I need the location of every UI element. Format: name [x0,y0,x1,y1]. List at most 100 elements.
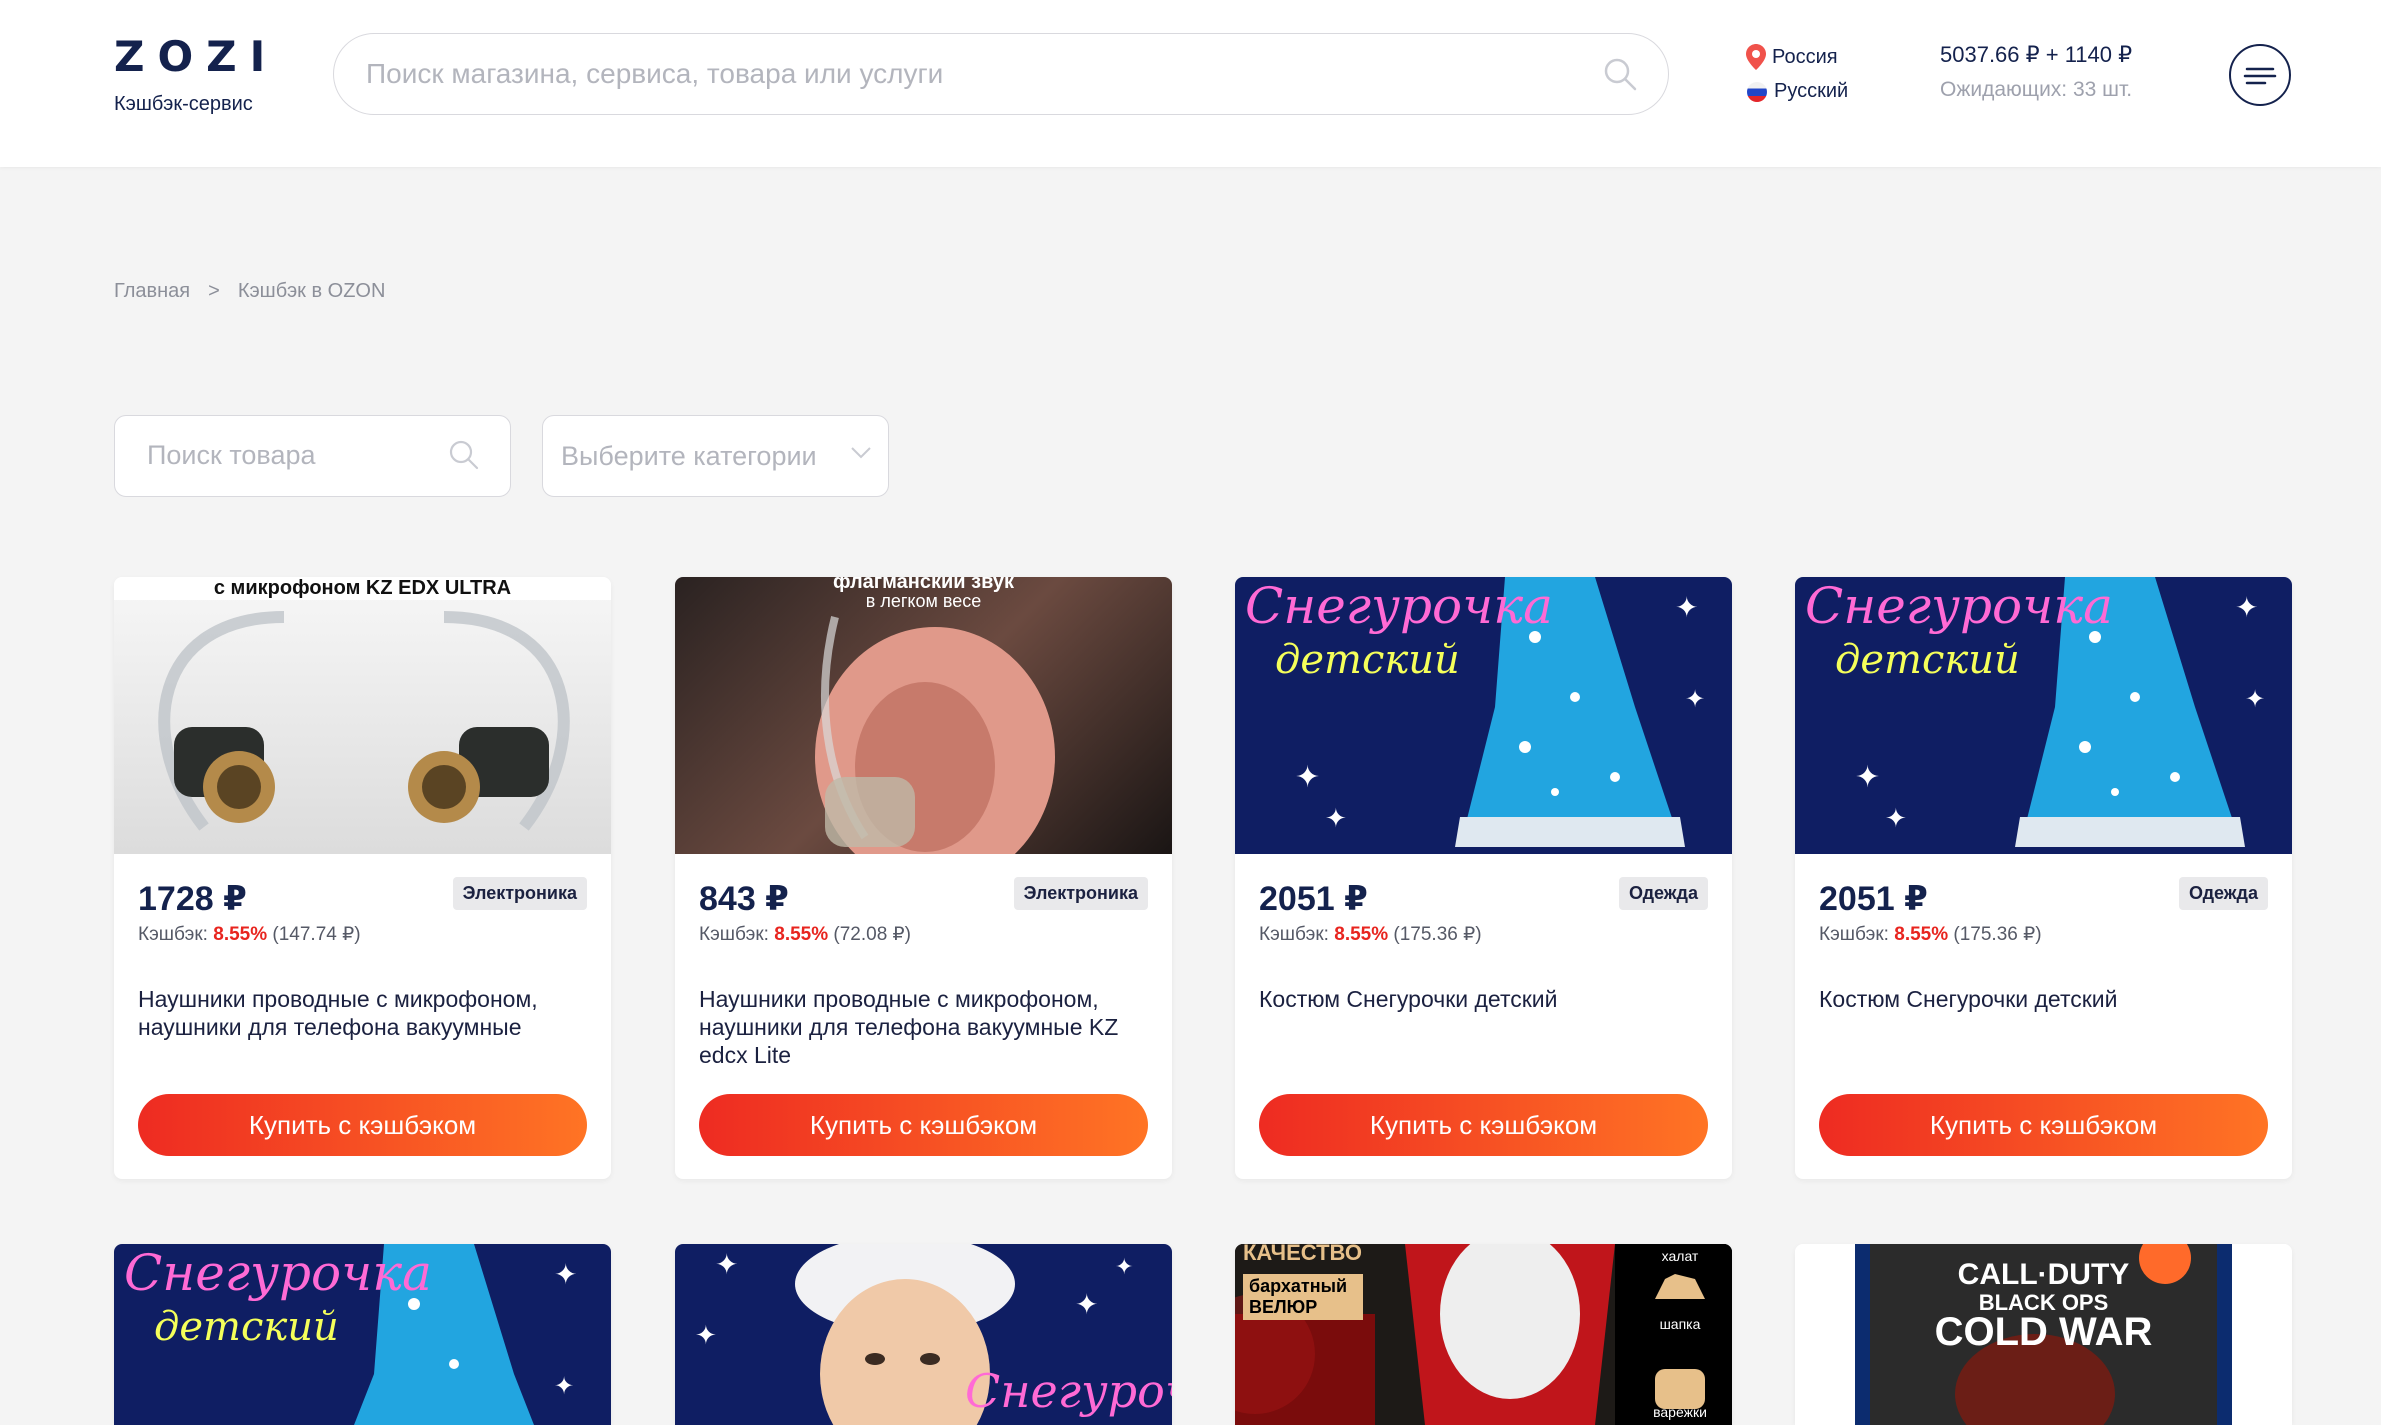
image-caption-2: бархатный ВЕЛЮР [1243,1274,1363,1320]
cashback-amount: (147.74 ₽) [272,924,361,945]
search-icon[interactable] [1602,56,1638,92]
image-caption-2: в легком весе [865,591,982,611]
svg-text:✦: ✦ [1325,803,1347,833]
product-title[interactable]: Наушники проводные с микрофоном, наушник… [699,985,1149,1069]
product-title[interactable]: Костюм Снегурочки детский [1819,985,2269,1013]
cashback-label: Кэшбэк: [699,924,769,945]
cashback-label: Кэшбэк: [1259,924,1329,945]
svg-text:✦: ✦ [1115,1254,1133,1279]
svg-text:✦: ✦ [2235,592,2258,623]
cashback-info: Кэшбэк: 8.55% (147.74 ₽) [138,923,361,946]
image-caption-3: COLD WAR [1934,1310,2153,1354]
product-image[interactable]: с микрофоном KZ EDX ULTRA [114,577,611,854]
svg-text:✦: ✦ [715,1249,738,1280]
product-price: 1728 ₽ [138,880,247,918]
breadcrumb: Главная > Кэшбэк в OZON [114,280,385,303]
global-search-input[interactable] [366,34,1566,113]
cashback-label: Кэшбэк: [138,924,208,945]
product-image[interactable]: ✦ ✦ Снегурочка детский [114,1244,611,1425]
product-price: 843 ₽ [699,880,789,918]
cashback-amount: (175.36 ₽) [1953,924,2042,945]
logo[interactable]: ZOZI [114,32,278,81]
ear-image [815,616,1055,854]
image-caption-2: детский [154,1304,339,1350]
product-image[interactable]: ✦ ✦ ✦ ✦ Снегурочки [675,1244,1172,1425]
product-title[interactable]: Наушники проводные с микрофоном, наушник… [138,985,588,1041]
image-caption: КАЧЕСТВО [1243,1244,1363,1265]
svg-text:✦: ✦ [695,1320,717,1350]
breadcrumb-current: Кэшбэк в OZON [237,280,386,302]
image-caption: Снегурочки [965,1364,1172,1418]
earphones-image [158,611,570,831]
cashback-amount: (175.36 ₽) [1393,924,1482,945]
region-label: Россия [1772,45,1838,68]
region-selector[interactable]: Россия [1746,44,1838,70]
category-badge: Одежда [2179,877,2268,910]
buy-with-cashback-button[interactable]: Купить с кэшбэком [1819,1094,2268,1156]
header: ZOZI Кэшбэк-сервис Россия Русский 5037.6… [0,0,2381,167]
cashback-percent: 8.55% [1894,924,1949,945]
search-icon[interactable] [448,439,480,471]
image-caption-2: детский [1275,637,1460,683]
product-card: ✦ ✦ ✦ ✦ Снегурочки [675,1244,1172,1425]
product-image[interactable]: флагманский звук в легком весе [675,577,1172,854]
image-caption: Снегурочка [124,1244,432,1302]
language-selector[interactable]: Русский [1746,80,1848,103]
image-caption: Снегурочка [1805,577,2113,635]
image-caption-3: халат [1661,1248,1699,1264]
svg-text:✦: ✦ [1075,1289,1098,1320]
menu-button[interactable] [2229,44,2291,106]
svg-text:✦: ✦ [2245,686,2265,713]
buy-with-cashback-button[interactable]: Купить с кэшбэком [699,1094,1148,1156]
image-caption: с микрофоном KZ EDX ULTRA [114,577,611,600]
pending-count: Ожидающих: 33 шт. [1940,78,2133,101]
hamburger-icon [2243,67,2277,85]
buy-with-cashback-button[interactable]: Купить с кэшбэком [138,1094,587,1156]
language-label: Русский [1774,80,1849,102]
image-caption: Снегурочка [1245,577,1553,635]
category-badge: Одежда [1619,877,1708,910]
product-search-input[interactable] [147,416,427,495]
location-pin-icon [1746,44,1766,70]
product-search [114,415,511,497]
breadcrumb-home[interactable]: Главная [114,280,190,303]
chevron-down-icon [851,447,871,459]
russia-flag-icon [1747,81,1767,102]
product-card: КАЧЕСТВО бархатный ВЕЛЮР халат шапка вар… [1235,1244,1732,1425]
cashback-label: Кэшбэк: [1819,924,1889,945]
image-caption-2: детский [1835,637,2020,683]
cashback-amount: (72.08 ₽) [833,924,911,945]
balance[interactable]: 5037.66 ₽ + 1140 ₽ [1940,42,2132,68]
product-card: ✦ ✦ ✦ ✦ Снегурочка детский 2051 ₽ Одежда… [1235,577,1732,1179]
category-badge: Электроника [1013,877,1148,910]
product-card: флагманский звук в легком весе 843 ₽ Эле… [675,577,1172,1179]
product-image[interactable]: КАЧЕСТВО бархатный ВЕЛЮР халат шапка вар… [1235,1244,1732,1425]
svg-text:✦: ✦ [554,1373,574,1400]
breadcrumb-separator: > [208,280,220,302]
cashback-percent: 8.55% [1334,924,1389,945]
category-select[interactable]: Выберите категории [542,415,889,497]
image-caption-4: шапка [1659,1316,1701,1332]
svg-text:✦: ✦ [1885,803,1907,833]
image-caption: CALL·DUTY [1957,1258,2130,1291]
product-price: 2051 ₽ [1819,880,1928,918]
logo-subtitle: Кэшбэк-сервис [114,93,253,115]
cashback-info: Кэшбэк: 8.55% (175.36 ₽) [1819,923,2042,946]
global-search [333,33,1669,115]
category-select-placeholder: Выберите категории [561,441,817,471]
product-image[interactable]: CALL·DUTY BLACK OPS COLD WAR [1795,1244,2292,1425]
svg-text:✦: ✦ [554,1259,577,1290]
product-title[interactable]: Костюм Снегурочки детский [1259,985,1709,1013]
product-card: с микрофоном KZ EDX ULTRA 1728 ₽ Электро… [114,577,611,1179]
product-image[interactable]: ✦ ✦ ✦ ✦ Снегурочка детский [1795,577,2292,854]
product-card: ✦ ✦ ✦ ✦ Снегурочка детский 2051 ₽ Одежда… [1795,577,2292,1179]
buy-with-cashback-button[interactable]: Купить с кэшбэком [1259,1094,1708,1156]
image-caption-5: варежки [1653,1404,1707,1420]
product-image[interactable]: ✦ ✦ ✦ ✦ Снегурочка детский [1235,577,1732,854]
cashback-percent: 8.55% [213,924,268,945]
svg-text:✦: ✦ [1295,761,1320,794]
product-card: CALL·DUTY BLACK OPS COLD WAR [1795,1244,2292,1425]
cashback-percent: 8.55% [774,924,829,945]
santa-costume-image [1235,1244,1732,1425]
svg-text:✦: ✦ [1675,592,1698,623]
